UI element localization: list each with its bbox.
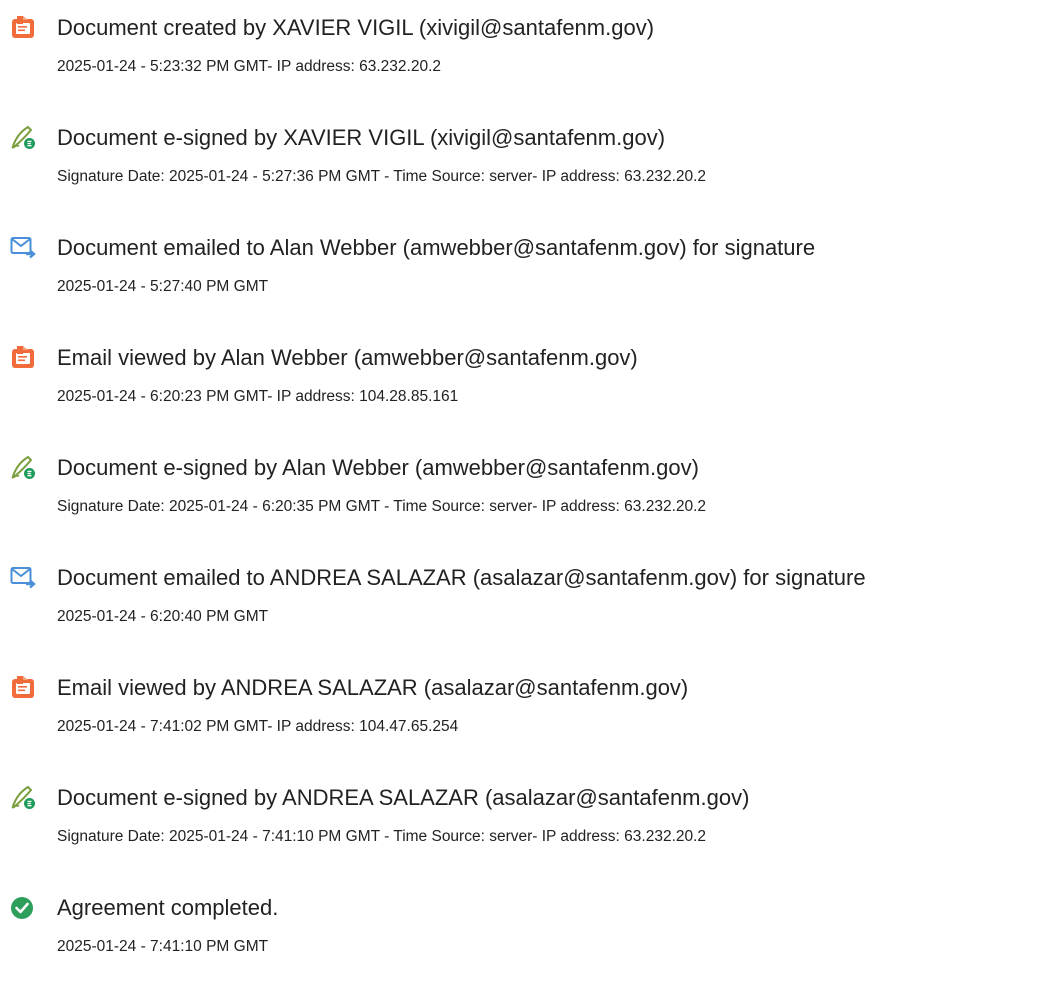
email-viewed-icon [10, 674, 36, 700]
event-email-viewed: Email viewed by Alan Webber (amwebber@sa… [10, 343, 1039, 413]
event-title: Agreement completed. [57, 895, 279, 920]
e-signed-icon [10, 124, 36, 150]
event-agreement-completed: Agreement completed. 2025-01-24 - 7:41:1… [10, 893, 1039, 963]
event-detail: Signature Date: 2025-01-24 - 7:41:10 PM … [57, 828, 707, 845]
event-detail: Signature Date: 2025-01-24 - 5:27:36 PM … [57, 168, 707, 185]
e-signed-icon [10, 784, 36, 810]
email-viewed-icon [10, 344, 36, 370]
email-sent-icon [10, 564, 36, 590]
event-document-e-signed: Document e-signed by ANDREA SALAZAR (asa… [10, 783, 1039, 853]
email-sent-icon [10, 234, 36, 260]
event-title: Document emailed to Alan Webber (amwebbe… [57, 235, 816, 260]
event-document-emailed: Document emailed to Alan Webber (amwebbe… [10, 233, 1039, 303]
event-detail: 2025-01-24 - 7:41:02 PM GMT- IP address:… [57, 718, 459, 735]
event-email-viewed: Email viewed by ANDREA SALAZAR (asalazar… [10, 673, 1039, 743]
event-title: Document e-signed by ANDREA SALAZAR (asa… [57, 785, 750, 810]
event-title: Email viewed by Alan Webber (amwebber@sa… [57, 345, 638, 370]
event-title: Document e-signed by Alan Webber (amwebb… [57, 455, 699, 480]
event-title: Document created by XAVIER VIGIL (xivigi… [57, 15, 655, 40]
event-document-created: Document created by XAVIER VIGIL (xivigi… [10, 13, 1039, 83]
event-title: Document e-signed by XAVIER VIGIL (xivig… [57, 125, 666, 150]
event-detail: 2025-01-24 - 5:23:32 PM GMT- IP address:… [57, 58, 441, 75]
event-detail: 2025-01-24 - 6:20:40 PM GMT [57, 608, 269, 625]
event-document-emailed: Document emailed to ANDREA SALAZAR (asal… [10, 563, 1039, 633]
event-title: Email viewed by ANDREA SALAZAR (asalazar… [57, 675, 689, 700]
document-created-icon [10, 14, 36, 40]
e-signed-icon [10, 454, 36, 480]
event-document-e-signed: Document e-signed by Alan Webber (amwebb… [10, 453, 1039, 523]
event-detail: 2025-01-24 - 5:27:40 PM GMT [57, 278, 269, 295]
event-detail: 2025-01-24 - 7:41:10 PM GMT [57, 938, 269, 955]
agreement-completed-icon [10, 894, 36, 920]
event-detail: 2025-01-24 - 6:20:23 PM GMT- IP address:… [57, 388, 459, 405]
event-document-e-signed: Document e-signed by XAVIER VIGIL (xivig… [10, 123, 1039, 193]
event-title: Document emailed to ANDREA SALAZAR (asal… [57, 565, 866, 590]
event-detail: Signature Date: 2025-01-24 - 6:20:35 PM … [57, 498, 707, 515]
